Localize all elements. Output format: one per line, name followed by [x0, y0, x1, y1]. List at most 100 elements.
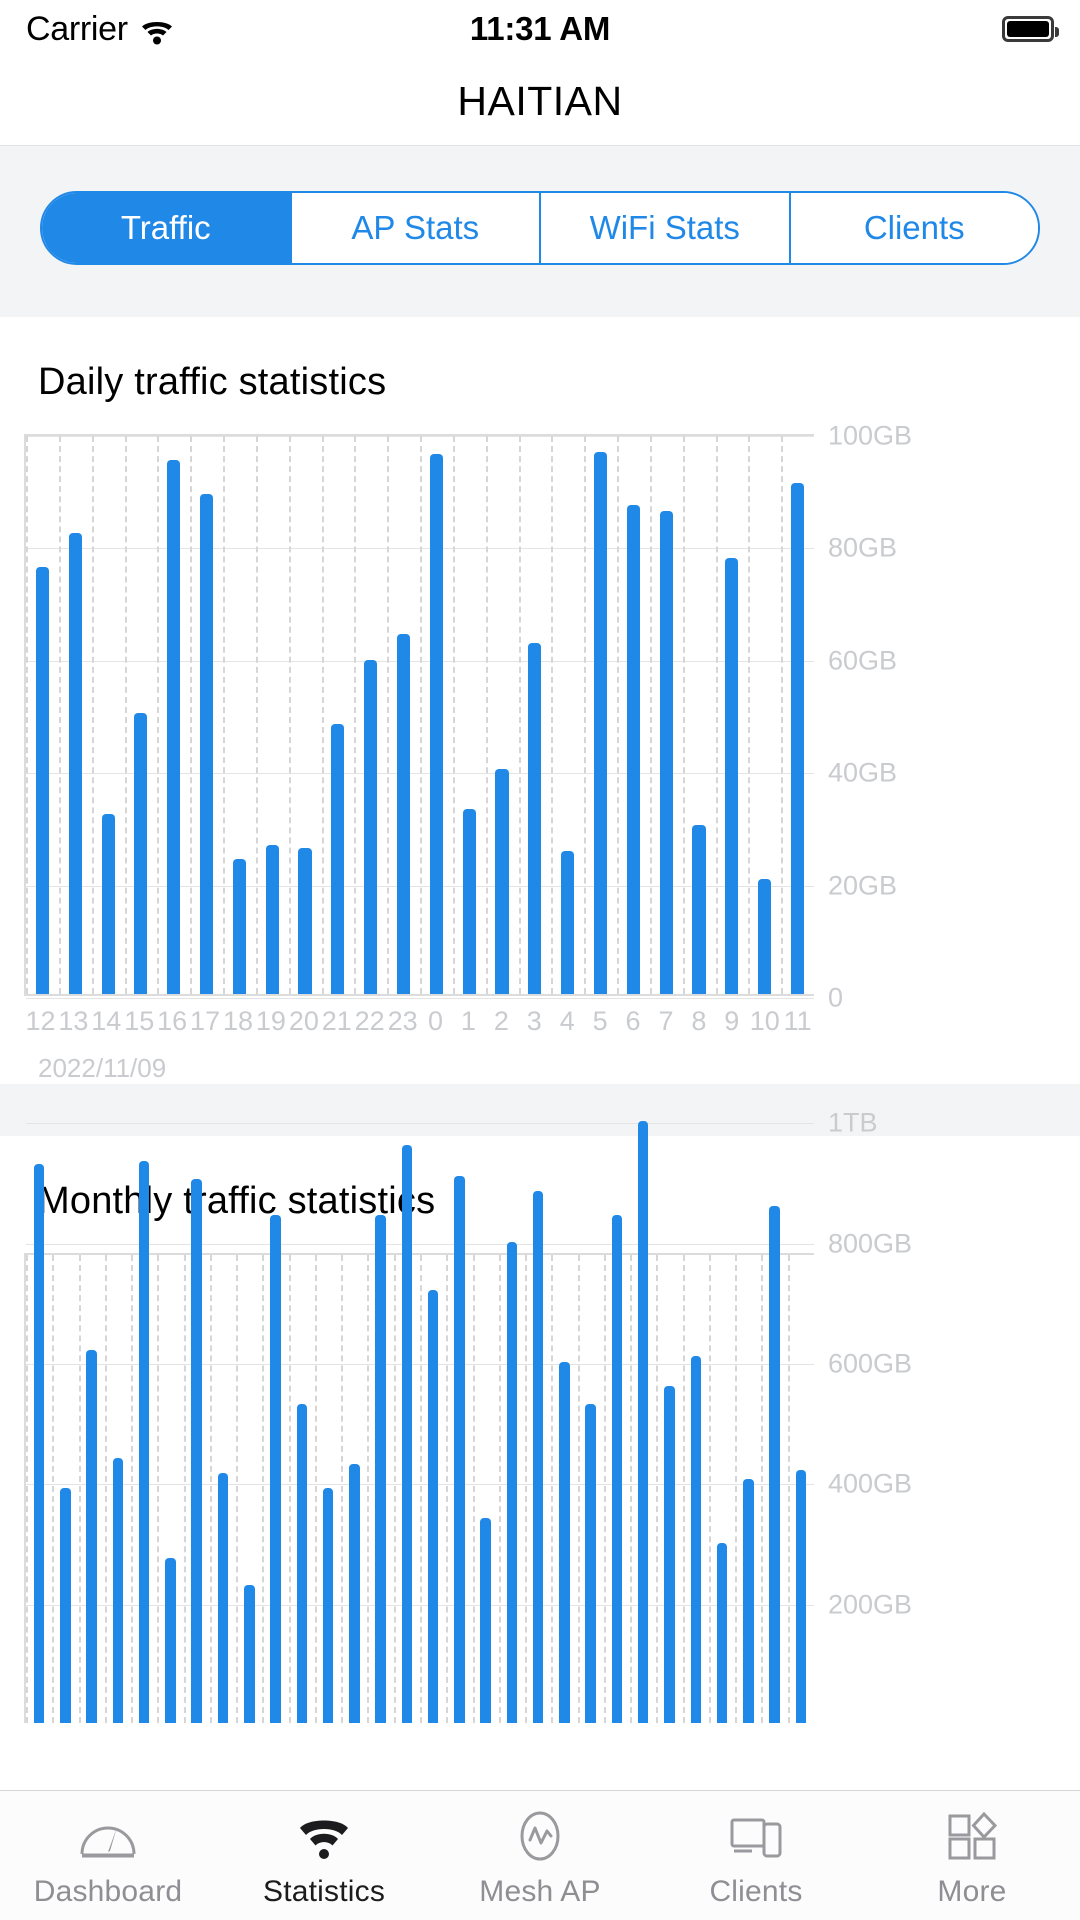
bar[interactable] — [664, 1386, 675, 1723]
bar-column[interactable] — [420, 1255, 446, 1723]
bar-column[interactable] — [131, 1160, 157, 1723]
bar-column[interactable] — [289, 436, 322, 994]
bar-column[interactable] — [781, 436, 814, 994]
bar-column[interactable] — [52, 1255, 78, 1723]
bar[interactable] — [167, 460, 181, 994]
bar-column[interactable] — [617, 436, 650, 994]
bar-column[interactable] — [59, 436, 92, 994]
bar[interactable] — [626, 505, 640, 994]
bar-column[interactable] — [262, 1214, 288, 1723]
tab-bar-item-more[interactable]: More — [864, 1807, 1080, 1909]
bar-column[interactable] — [683, 1255, 709, 1723]
bar-column[interactable] — [354, 436, 387, 994]
bar-column[interactable] — [683, 436, 716, 994]
bar-column[interactable] — [650, 436, 683, 994]
bar-column[interactable] — [486, 436, 519, 994]
bar-column[interactable] — [157, 1255, 183, 1723]
bar[interactable] — [199, 493, 214, 994]
bar-column[interactable] — [394, 1145, 420, 1723]
bar[interactable] — [427, 1289, 439, 1723]
tab-bar-item-clients[interactable]: Clients — [648, 1807, 864, 1909]
tab-wifi-stats[interactable]: WiFi Stats — [539, 193, 789, 263]
bar[interactable] — [349, 1464, 360, 1723]
bar-column[interactable] — [715, 436, 748, 994]
bar[interactable] — [429, 454, 443, 994]
tab-bar-item-statistics[interactable]: Statistics — [216, 1807, 432, 1909]
bar[interactable] — [561, 850, 575, 994]
bar-column[interactable] — [578, 1255, 604, 1723]
bar[interactable] — [364, 659, 378, 994]
bar-column[interactable] — [761, 1205, 787, 1723]
bar-column[interactable] — [210, 1255, 236, 1723]
bar[interactable] — [480, 1518, 491, 1723]
bar-column[interactable] — [223, 436, 256, 994]
bar[interactable] — [33, 1163, 45, 1723]
bar-column[interactable] — [446, 1175, 472, 1723]
bar[interactable] — [454, 1175, 465, 1723]
bar-column[interactable] — [584, 436, 617, 994]
bar-column[interactable] — [236, 1255, 262, 1723]
bar[interactable] — [396, 634, 411, 994]
bar-column[interactable] — [499, 1241, 525, 1723]
bar-column[interactable] — [256, 436, 289, 994]
bar[interactable] — [790, 482, 805, 994]
bar[interactable] — [758, 878, 772, 994]
bar-column[interactable] — [387, 436, 420, 994]
bar-column[interactable] — [26, 1163, 52, 1723]
bar[interactable] — [296, 1404, 308, 1723]
bar-column[interactable] — [341, 1255, 367, 1723]
bar[interactable] — [769, 1205, 780, 1723]
tab-clients[interactable]: Clients — [788, 193, 1038, 263]
bar-column[interactable] — [315, 1255, 341, 1723]
bar-column[interactable] — [289, 1255, 315, 1723]
bar-column[interactable] — [79, 1255, 105, 1723]
bar[interactable] — [322, 1488, 334, 1723]
bar-column[interactable] — [525, 1190, 551, 1723]
bar-column[interactable] — [518, 436, 551, 994]
bar[interactable] — [331, 724, 345, 994]
bar[interactable] — [716, 1542, 728, 1723]
bar-column[interactable] — [551, 1255, 577, 1723]
bar-column[interactable] — [788, 1255, 814, 1723]
bar[interactable] — [68, 533, 82, 994]
bar-column[interactable] — [367, 1214, 393, 1723]
bar-column[interactable] — [26, 436, 59, 994]
bar[interactable] — [659, 510, 673, 994]
bar[interactable] — [191, 1178, 202, 1723]
bar[interactable] — [559, 1362, 570, 1723]
bar-column[interactable] — [709, 1255, 735, 1723]
bar-column[interactable] — [184, 1178, 210, 1723]
bar-column[interactable] — [656, 1255, 682, 1723]
bar-column[interactable] — [748, 436, 781, 994]
bar-column[interactable] — [604, 1214, 630, 1723]
bar[interactable] — [217, 1473, 229, 1723]
bar-column[interactable] — [420, 436, 453, 994]
bar[interactable] — [165, 1557, 176, 1723]
bar[interactable] — [265, 845, 279, 994]
bar[interactable] — [375, 1214, 386, 1723]
segmented-control[interactable]: Traffic AP Stats WiFi Stats Clients — [40, 191, 1040, 265]
bar[interactable] — [101, 814, 115, 994]
bar[interactable] — [528, 642, 542, 994]
bar[interactable] — [585, 1404, 596, 1723]
bar[interactable] — [270, 1214, 281, 1723]
bar[interactable] — [795, 1470, 807, 1723]
bar-column[interactable] — [157, 436, 190, 994]
bar[interactable] — [690, 1356, 702, 1723]
bar[interactable] — [725, 558, 739, 994]
bar[interactable] — [462, 808, 476, 994]
bar[interactable] — [532, 1190, 544, 1723]
bar[interactable] — [401, 1145, 413, 1723]
bar[interactable] — [244, 1584, 255, 1723]
bar-column[interactable] — [551, 436, 584, 994]
bar[interactable] — [637, 1121, 649, 1723]
bar-column[interactable] — [630, 1121, 656, 1723]
bar[interactable] — [506, 1241, 518, 1723]
bar[interactable] — [112, 1458, 124, 1723]
bar[interactable] — [35, 566, 49, 994]
bar[interactable] — [298, 847, 312, 994]
tab-traffic[interactable]: Traffic — [42, 193, 290, 263]
bar-column[interactable] — [124, 436, 157, 994]
tab-bar-item-mesh-ap[interactable]: Mesh AP — [432, 1807, 648, 1909]
bar-column[interactable] — [105, 1255, 131, 1723]
